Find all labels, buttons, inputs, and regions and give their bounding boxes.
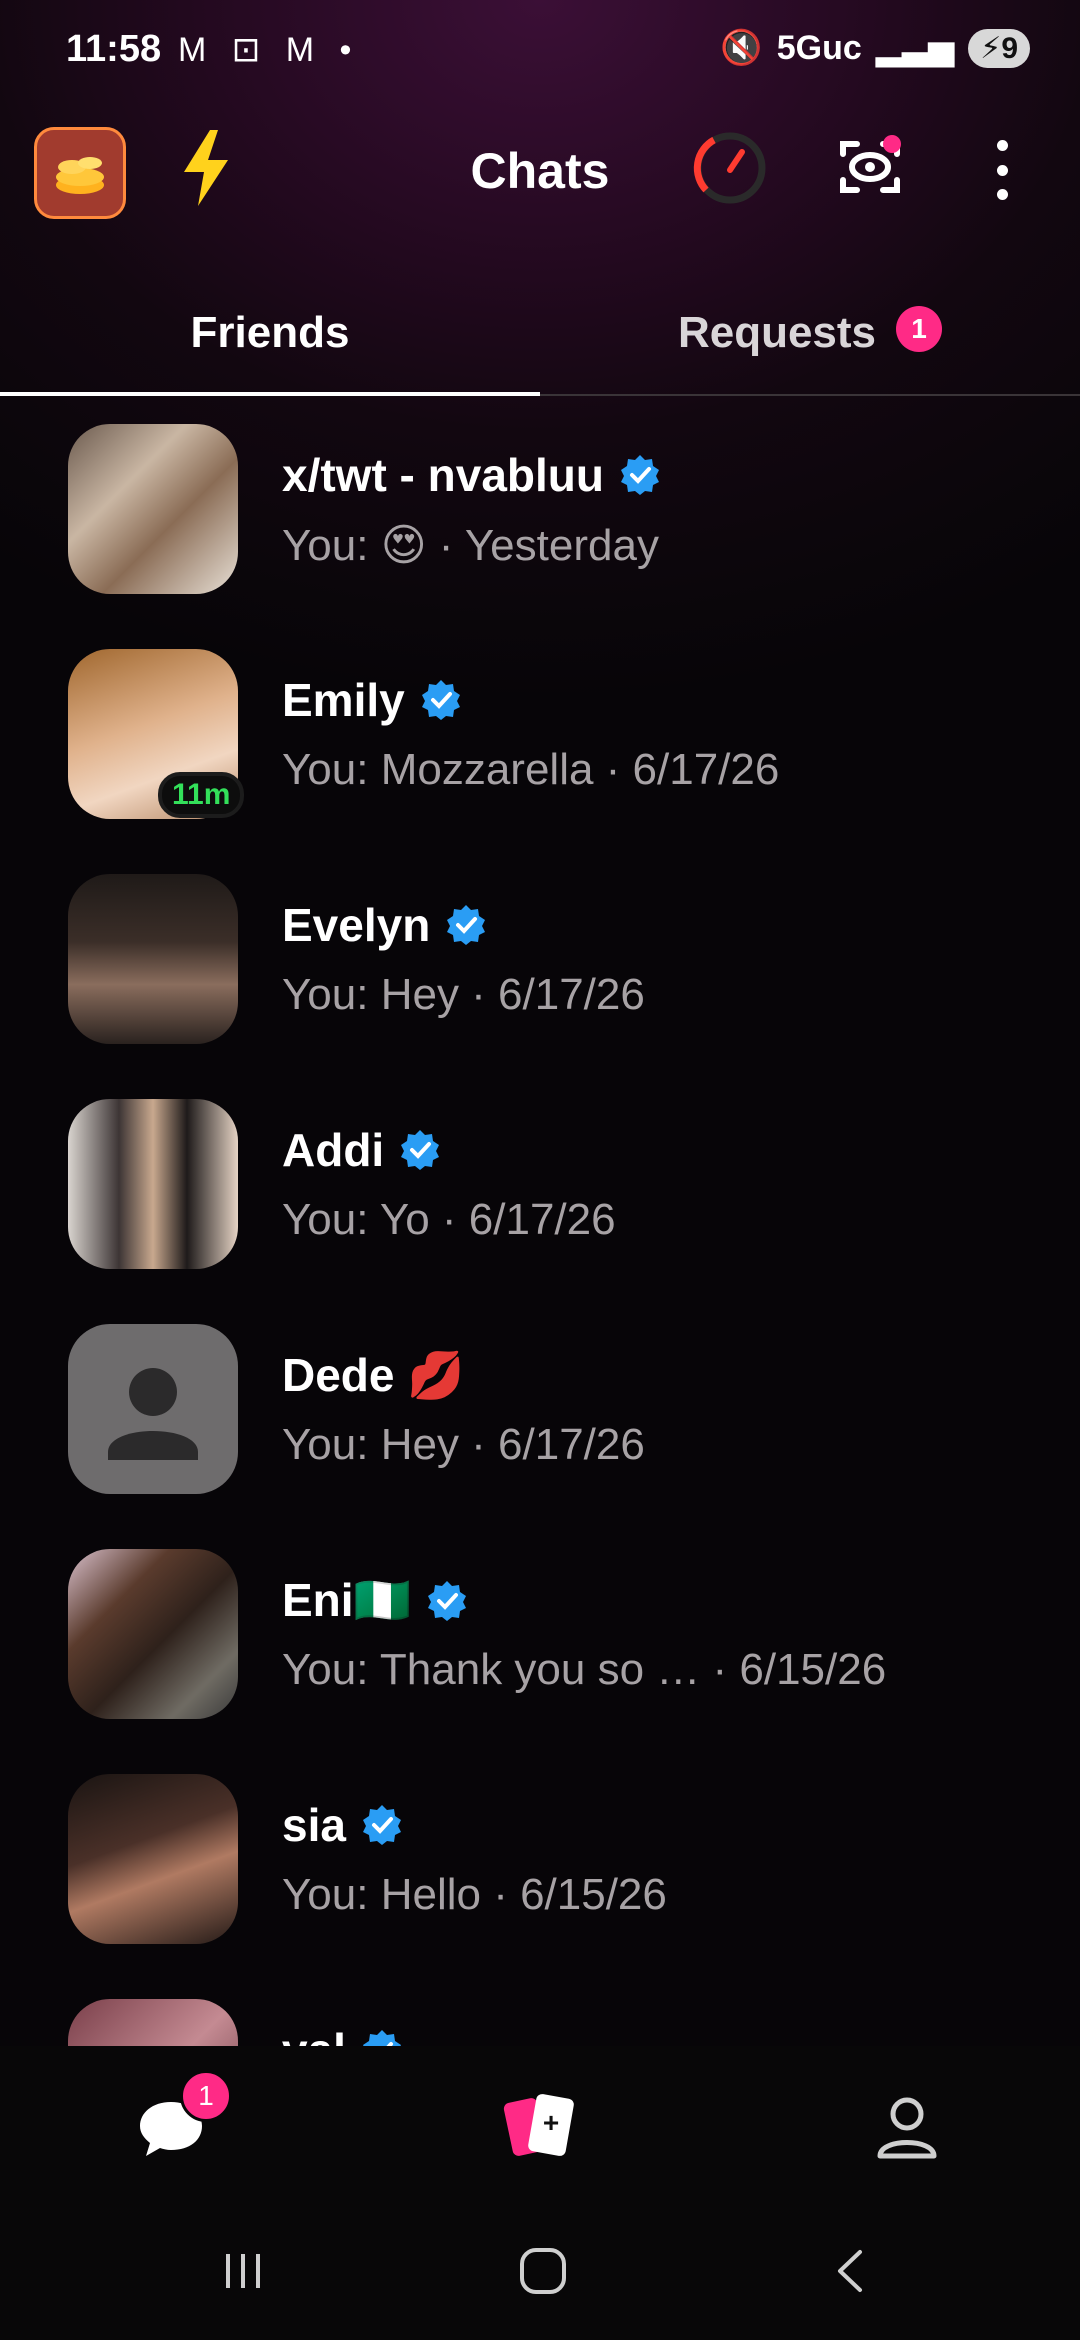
chat-name: x/twt - nvabluu: [282, 448, 662, 502]
chat-row[interactable]: val: [0, 1975, 1080, 2046]
chat-preview: You: Yo · 6/17/26: [282, 1195, 616, 1244]
chat-preview: You: Mozzarella · 6/17/26: [282, 745, 780, 794]
default-avatar-icon: [108, 1368, 198, 1460]
requests-count-badge: 1: [896, 306, 943, 353]
page-title: Chats: [470, 143, 610, 199]
chat-name-text: Addi: [282, 1124, 385, 1176]
top-bar: Chats: [0, 120, 1080, 220]
camera-icon[interactable]: [835, 132, 905, 202]
chat-list[interactable]: x/twt - nvabluu You: 😍 · Yesterday Emily…: [0, 400, 1080, 2046]
verified-icon: [362, 2030, 401, 2046]
tab-bar: Friends Requests 1: [0, 290, 1080, 396]
status-time: 11:58: [66, 28, 162, 70]
chat-row[interactable]: x/twt - nvabluu You: 😍 · Yesterday: [0, 400, 1080, 600]
cards-icon[interactable]: +: [502, 2086, 582, 2166]
verified-icon: [427, 1580, 466, 1621]
verified-icon: [621, 455, 659, 495]
avatar: [68, 1549, 238, 1719]
more-vertical-icon[interactable]: [990, 140, 1014, 200]
signal-icon: ▂▃▅: [875, 29, 955, 67]
chat-name-text: Dede 💋: [282, 1349, 465, 1401]
tab-requests-label: Requests: [677, 308, 877, 357]
chat-name: Evelyn: [282, 898, 488, 952]
recents-icon[interactable]: [218, 2246, 268, 2301]
chat-row[interactable]: Addi You: Yo · 6/17/26: [0, 1075, 1080, 1275]
more-dot: [996, 140, 1008, 151]
chat-name: val: [282, 2023, 404, 2046]
chat-preview: You: 😍 · Yesterday: [282, 521, 659, 570]
chat-name: Eni🇳🇬: [282, 1573, 469, 1628]
status-right: 🔇 5Guc ▂▃▅ ⚡9: [720, 28, 1030, 68]
chat-name-text: x/twt - nvabluu: [282, 449, 604, 501]
status-bar: 11:58 M ⊡ M • 🔇 5Guc ▂▃▅ ⚡9: [0, 0, 1080, 100]
battery-level: 9: [1001, 31, 1018, 65]
chat-name-text: Eni🇳🇬: [282, 1574, 411, 1626]
battery-indicator: ⚡9: [968, 28, 1030, 68]
mute-icon: 🔇: [720, 29, 763, 67]
status-notification-icons: M ⊡ M •: [178, 31, 360, 69]
chat-preview: You: Thank you so … · 6/15/26: [282, 1645, 887, 1694]
chat-name-text: Emily: [282, 674, 405, 726]
chat-name: Emily: [282, 673, 463, 727]
more-dot: [996, 189, 1008, 200]
verified-icon: [362, 1805, 401, 1845]
chat-row[interactable]: sia You: Hello · 6/15/26: [0, 1750, 1080, 1950]
profile-icon[interactable]: [870, 2090, 944, 2164]
chat-name-text: sia: [282, 1799, 346, 1851]
avatar: [68, 1099, 238, 1269]
avatar: [68, 1324, 238, 1494]
chat-name: Dede 💋: [282, 1348, 465, 1403]
svg-text:+: +: [543, 2107, 559, 2138]
chat-notification-badge: 1: [180, 2070, 232, 2122]
avatar: [68, 874, 238, 1044]
chat-row[interactable]: Eni🇳🇬 You: Thank you so … · 6/15/26: [0, 1525, 1080, 1725]
back-icon[interactable]: [826, 2246, 876, 2301]
chat-name: Addi: [282, 1123, 442, 1177]
tab-active-indicator: [0, 392, 540, 396]
tab-friends-label: Friends: [190, 308, 350, 357]
network-label: 5Guc: [776, 28, 862, 67]
tab-friends[interactable]: Friends: [0, 308, 540, 358]
verified-icon: [421, 680, 460, 720]
avatar: [68, 424, 238, 594]
chat-name-text: Evelyn: [282, 899, 431, 951]
chat-name-text: val: [282, 2023, 346, 2046]
chat-preview: You: Hello · 6/15/26: [282, 1870, 667, 1919]
chat-preview: You: Hey · 6/17/26: [282, 1420, 645, 1469]
avatar: [68, 1774, 238, 1944]
gauge-icon[interactable]: [692, 130, 768, 206]
chat-name: sia: [282, 1798, 404, 1852]
chat-row[interactable]: Evelyn You: Hey · 6/17/26: [0, 850, 1080, 1050]
verified-icon: [401, 1130, 440, 1170]
verified-icon: [447, 905, 486, 945]
streak-timer-badge: 11m: [158, 772, 245, 818]
chat-preview: You: Hey · 6/17/26: [282, 970, 645, 1019]
system-nav-bar: [0, 2210, 1080, 2340]
more-dot: [996, 164, 1008, 176]
tab-requests[interactable]: Requests 1: [540, 306, 1080, 358]
home-icon[interactable]: [518, 2246, 568, 2301]
chat-row[interactable]: Dede 💋 You: Hey · 6/17/26: [0, 1300, 1080, 1500]
avatar: [68, 1999, 238, 2046]
bottom-nav: 1 +: [0, 2046, 1080, 2210]
